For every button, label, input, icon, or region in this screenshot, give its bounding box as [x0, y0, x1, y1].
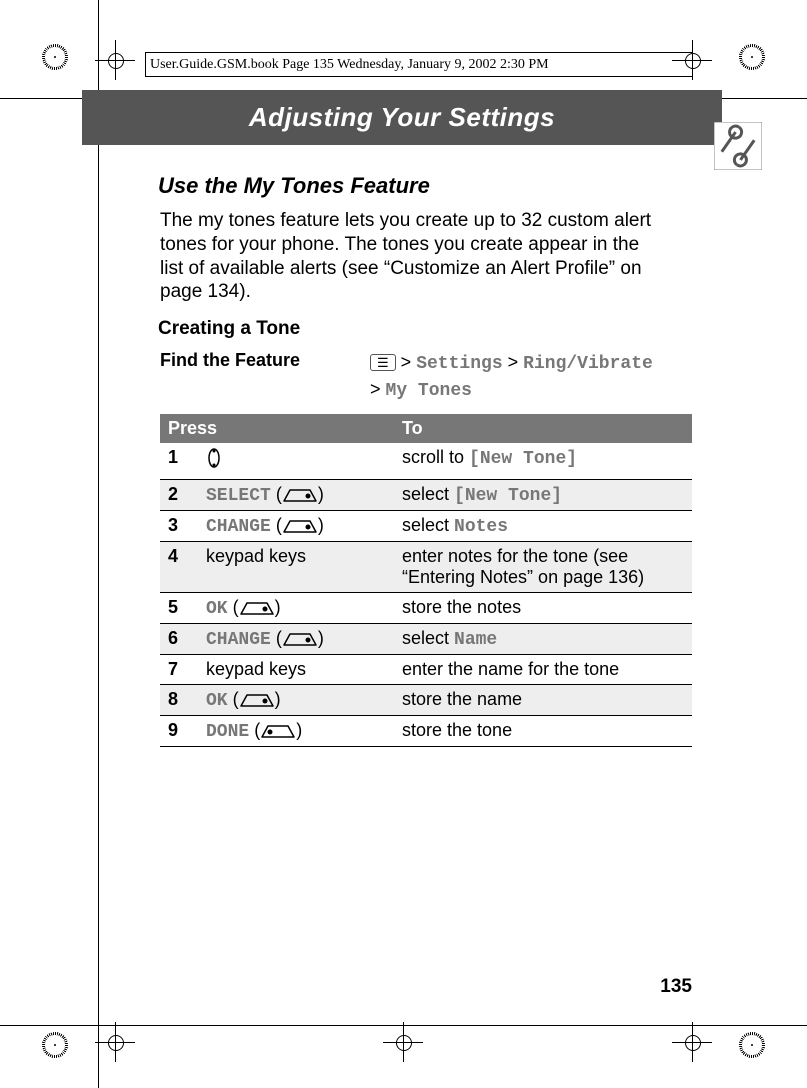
to-mono: [New Tone]: [454, 486, 562, 506]
press-cell: keypad keys: [198, 655, 394, 685]
press-cell: CHANGE (): [198, 624, 394, 655]
press-cell: keypad keys: [198, 542, 394, 593]
to-text: store the tone: [402, 720, 512, 740]
softkey-label: CHANGE: [206, 630, 271, 650]
step-number: 6: [160, 624, 198, 655]
to-text: store the notes: [402, 597, 521, 617]
softkey-label: OK: [206, 599, 228, 619]
path-item: Settings: [416, 354, 502, 374]
to-cell: enter notes for the tone (see “Entering …: [394, 542, 692, 593]
to-text: scroll to: [402, 447, 469, 467]
softkey-icon: [260, 723, 296, 739]
softkey-icon: [239, 692, 275, 708]
press-cell: OK (): [198, 593, 394, 624]
crop-mark: [95, 40, 135, 80]
table-row: 1 scroll to [New Tone]: [160, 443, 692, 480]
find-feature-label: Find the Feature: [160, 350, 370, 404]
subsection-heading: Creating a Tone: [158, 318, 692, 340]
crop-mark: [383, 1022, 423, 1062]
reg-mark: [42, 44, 68, 70]
find-feature-path: ☰ > Settings > Ring/Vibrate > My Tones: [370, 350, 653, 404]
step-number: 4: [160, 542, 198, 593]
rule: [145, 76, 692, 77]
softkey-label: SELECT: [206, 486, 271, 506]
to-cell: enter the name for the tone: [394, 655, 692, 685]
to-cell: store the tone: [394, 716, 692, 747]
reg-mark: [42, 1032, 68, 1058]
to-mono: Notes: [454, 517, 508, 537]
find-feature-row: Find the Feature ☰ > Settings > Ring/Vib…: [160, 350, 692, 404]
crop-mark: [95, 1022, 135, 1062]
to-cell: scroll to [New Tone]: [394, 443, 692, 480]
to-cell: select Name: [394, 624, 692, 655]
rule: [145, 52, 146, 76]
to-text: select: [402, 628, 454, 648]
reg-mark: [739, 1032, 765, 1058]
rule: [0, 1025, 807, 1026]
step-number: 2: [160, 480, 198, 511]
softkey-label: DONE: [206, 722, 249, 742]
path-item: Ring/Vibrate: [523, 354, 653, 374]
press-cell: OK (): [198, 685, 394, 716]
to-cell: store the notes: [394, 593, 692, 624]
step-number: 7: [160, 655, 198, 685]
step-number: 5: [160, 593, 198, 624]
to-text: store the name: [402, 689, 522, 709]
to-mono: Name: [454, 630, 497, 650]
press-cell: [198, 443, 394, 480]
crop-mark: [672, 1022, 712, 1062]
table-row: 8OK () store the name: [160, 685, 692, 716]
softkey-label: CHANGE: [206, 517, 271, 537]
path-separator: >: [508, 352, 519, 372]
intro-paragraph: The my tones feature lets you create up …: [160, 209, 660, 304]
menu-key-icon: ☰: [370, 354, 396, 371]
to-cell: select Notes: [394, 511, 692, 542]
to-text: select: [402, 515, 454, 535]
to-text: enter the name for the tone: [402, 659, 619, 679]
chapter-title-bar: Adjusting Your Settings: [82, 90, 722, 145]
path-item: My Tones: [386, 381, 472, 401]
press-cell: SELECT (): [198, 480, 394, 511]
step-number: 1: [160, 443, 198, 480]
tools-icon: [714, 122, 762, 170]
running-header: User.Guide.GSM.book Page 135 Wednesday, …: [150, 57, 549, 73]
table-row: 4keypad keysenter notes for the tone (se…: [160, 542, 692, 593]
table-row: 6CHANGE ()select Name: [160, 624, 692, 655]
press-cell: DONE (): [198, 716, 394, 747]
press-cell: CHANGE (): [198, 511, 394, 542]
table-row: 3CHANGE ()select Notes: [160, 511, 692, 542]
path-separator: >: [401, 352, 412, 372]
to-text: select: [402, 484, 454, 504]
step-number: 8: [160, 685, 198, 716]
softkey-icon: [282, 487, 318, 503]
softkey-icon: [282, 631, 318, 647]
steps-table: Press To 1 scroll to [New Tone] 2SELECT ()…: [160, 414, 692, 747]
reg-mark: [739, 44, 765, 70]
softkey-icon: [282, 518, 318, 534]
col-head-to: To: [394, 414, 692, 443]
to-cell: store the name: [394, 685, 692, 716]
rule: [145, 52, 692, 53]
to-text: enter notes for the tone (see “Entering …: [402, 546, 644, 587]
softkey-icon: [239, 600, 275, 616]
to-mono: [New Tone]: [469, 449, 577, 469]
path-separator: >: [370, 379, 381, 399]
table-row: 9DONE () store the tone: [160, 716, 692, 747]
nav-key-icon: [206, 447, 222, 475]
step-number: 9: [160, 716, 198, 747]
page-number: 135: [660, 976, 692, 998]
col-head-press: Press: [160, 414, 394, 443]
crop-mark: [672, 40, 712, 80]
table-row: 7keypad keys enter the name for the tone: [160, 655, 692, 685]
softkey-label: OK: [206, 691, 228, 711]
table-row: 5OK () store the notes: [160, 593, 692, 624]
chapter-title: Adjusting Your Settings: [249, 102, 555, 132]
to-cell: select [New Tone]: [394, 480, 692, 511]
table-row: 2SELECT ()select [New Tone]: [160, 480, 692, 511]
section-heading: Use the My Tones Feature: [158, 173, 692, 199]
step-number: 3: [160, 511, 198, 542]
